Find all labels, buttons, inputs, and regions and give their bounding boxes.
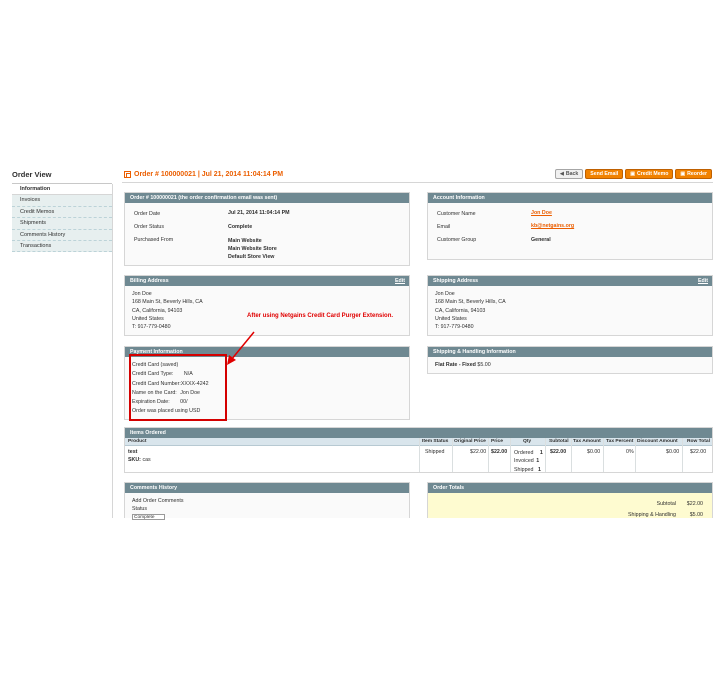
items-ordered-box: Items Ordered Product Item Status Origin…	[124, 427, 713, 473]
subtotal-value: $22.00	[686, 501, 703, 507]
product-sku: SKU: cas	[128, 457, 151, 463]
order-totals-box: Order Totals Subtotal $22.00 Shipping & …	[427, 482, 713, 518]
billing-edit-link[interactable]: Edit	[395, 276, 405, 286]
highlight-box	[129, 354, 227, 421]
qty-breakdown: Ordered 1 Invoiced 1 Shipped 1	[514, 450, 543, 473]
send-email-button[interactable]: Send Email	[585, 169, 624, 179]
shipping-method-line: Flat Rate - Fixed $5.00	[435, 362, 491, 368]
col-qty: Qty	[523, 439, 532, 444]
items-ordered-header: Items Ordered	[125, 428, 712, 438]
tax-percent: 0%	[626, 449, 634, 455]
col-price: Price	[491, 439, 503, 444]
account-info-box: Account Information Customer Name Jon Do…	[427, 192, 713, 260]
billing-address-lines: Jon Doe 168 Main St, Beverly Hills, CA C…	[132, 291, 203, 331]
account-info-header: Account Information	[428, 193, 712, 203]
status-label: Status	[132, 506, 148, 512]
customer-name-label: Customer Name	[437, 211, 476, 217]
col-divider	[419, 438, 420, 472]
purchased-from-value: Main Website Main Website Store Default …	[228, 238, 277, 260]
comments-history-header: Comments History	[125, 483, 409, 493]
col-divider	[635, 438, 636, 472]
sidebar-item-information[interactable]: Information	[12, 184, 112, 196]
discount-amount: $0.00	[666, 449, 680, 455]
customer-group-label: Customer Group	[437, 237, 477, 243]
sidebar-item-credit-memos[interactable]: Credit Memos	[12, 206, 112, 219]
subtotal: $22.00	[550, 449, 567, 455]
order-totals-header: Order Totals	[428, 483, 712, 493]
sidebar-item-invoices[interactable]: Invoices	[12, 195, 112, 207]
email-label: Email	[437, 224, 451, 230]
col-subtotal: Subtotal	[549, 439, 569, 444]
reorder-button[interactable]: ▣ Reorder	[675, 169, 713, 179]
back-arrow-icon: ◀	[560, 170, 564, 177]
purchased-from-label: Purchased From	[134, 237, 174, 243]
order-date-value: Jul 21, 2014 11:04:14 PM	[228, 210, 290, 216]
col-divider	[488, 438, 489, 472]
sidebar-divider	[112, 184, 113, 518]
order-info-header: Order # 100000021 (the order confirmatio…	[125, 193, 409, 203]
product-name: test	[128, 449, 138, 455]
shipping-method-box: Shipping & Handling Information Flat Rat…	[427, 346, 713, 374]
billing-address-box: Billing Address Edit Jon Doe 168 Main St…	[124, 275, 410, 336]
back-button[interactable]: ◀ Back	[555, 169, 584, 179]
customer-name-link[interactable]: Jon Doe	[531, 210, 552, 216]
sidebar-item-transactions[interactable]: Transactions	[12, 240, 112, 253]
col-row-total: Row Total	[687, 439, 711, 444]
shipping-edit-link[interactable]: Edit	[698, 276, 708, 286]
col-tax-amount: Tax Amount	[573, 439, 601, 444]
order-date-label: Order Date	[134, 211, 161, 217]
original-price: $22.00	[470, 449, 487, 455]
col-item-status: Item Status	[422, 439, 449, 444]
sidebar-item-shipments[interactable]: Shipments	[12, 218, 112, 230]
header-actions: ◀ Back Send Email ▣ Credit Memo ▣ Reorder	[555, 169, 713, 179]
shipping-handling-label: Shipping & Handling	[627, 512, 676, 518]
col-divider	[510, 438, 511, 472]
item-status: Shipped	[425, 449, 445, 455]
comments-history-box: Comments History Add Order Comments Stat…	[124, 482, 410, 520]
shipping-address-lines: Jon Doe 168 Main St, Beverly Hills, CA C…	[435, 291, 506, 331]
order-status-value: Complete	[228, 224, 253, 230]
subtotal-label: Subtotal	[656, 501, 676, 507]
page-title: Order # 100000021 | Jul 21, 2014 11:04:1…	[124, 171, 283, 178]
shipping-handling-value: $5.00	[689, 512, 703, 518]
credit-memo-icon: ▣	[630, 170, 635, 177]
shipping-address-box: Shipping Address Edit Jon Doe 168 Main S…	[427, 275, 713, 336]
add-comments-label: Add Order Comments	[132, 498, 184, 504]
page-title-text: Order # 100000021 | Jul 21, 2014 11:04:1…	[134, 171, 284, 178]
order-icon	[124, 171, 131, 178]
tax-amount: $0.00	[587, 449, 601, 455]
order-info-box: Order # 100000021 (the order confirmatio…	[124, 192, 410, 266]
shipping-address-header: Shipping Address Edit	[428, 276, 712, 286]
price: $22.00	[491, 449, 508, 455]
annotation-text: After using Netgains Credit Card Purger …	[247, 313, 394, 319]
col-divider	[682, 438, 683, 472]
sidebar-nav: Information Invoices Credit Memos Shipme…	[12, 184, 112, 253]
credit-memo-button[interactable]: ▣ Credit Memo	[625, 169, 674, 179]
col-original-price: Original Price	[454, 439, 486, 444]
col-product: Product	[128, 439, 147, 444]
header-divider	[122, 182, 713, 183]
status-select[interactable]: Complete	[132, 514, 165, 520]
col-divider	[452, 438, 453, 472]
col-tax-percent: Tax Percent	[606, 439, 634, 444]
col-divider	[545, 438, 546, 472]
annotation-arrow-icon	[227, 331, 255, 365]
row-total: $22.00	[690, 449, 707, 455]
col-divider	[571, 438, 572, 472]
sidebar-item-comments-history[interactable]: Comments History	[12, 229, 112, 241]
col-discount-amount: Discount Amount	[637, 439, 678, 444]
email-link[interactable]: kb@netgains.org	[531, 223, 574, 229]
shipping-method-header: Shipping & Handling Information	[428, 347, 712, 357]
customer-group-value: General	[531, 237, 551, 243]
order-status-label: Order Status	[134, 224, 165, 230]
reorder-icon: ▣	[680, 170, 686, 177]
col-divider	[603, 438, 604, 472]
sidebar-title: Order View	[12, 170, 112, 184]
billing-address-header: Billing Address Edit	[125, 276, 409, 286]
